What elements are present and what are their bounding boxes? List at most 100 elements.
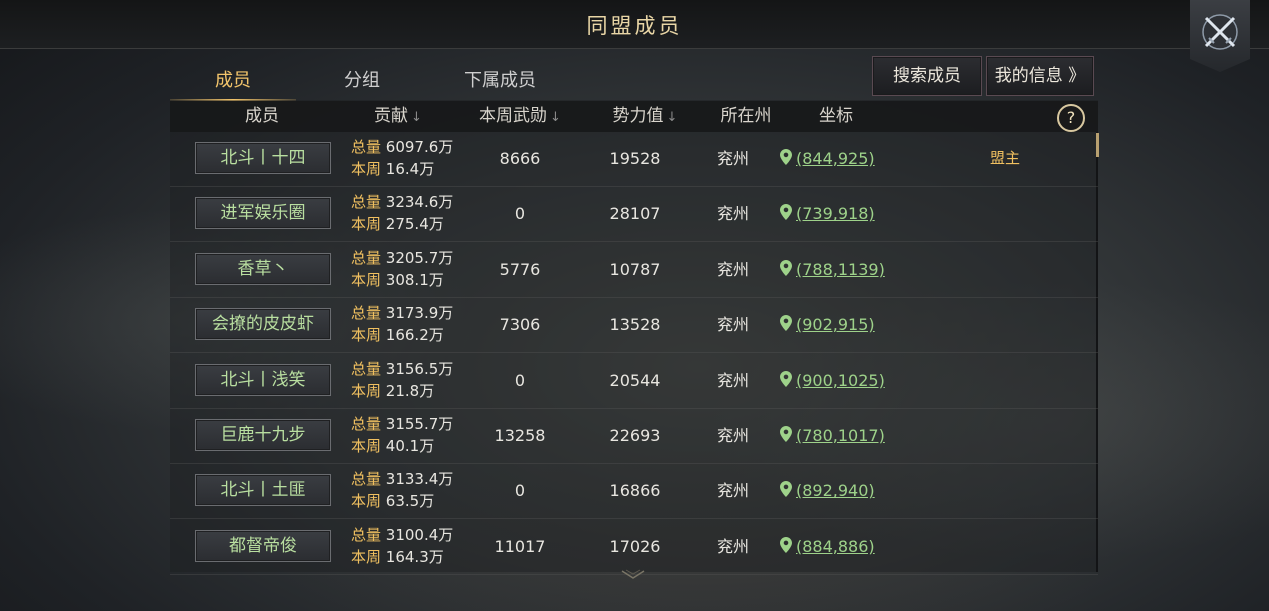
header-power[interactable]: 势力值 ↓ (590, 101, 700, 132)
coords-text: (739,918) (796, 204, 875, 224)
coords-text: (900,1025) (796, 370, 885, 390)
total-label: 总量 (351, 359, 382, 378)
member-name-button[interactable]: 北斗丨十四 (195, 142, 331, 174)
power-cell: 28107 (609, 204, 661, 224)
week-label: 本周 (351, 160, 382, 178)
total-contribution: 3133.4万 (385, 470, 454, 489)
coords-text: (788,1139) (796, 259, 885, 279)
state-cell: 兖州 (716, 149, 749, 168)
contribution-cell: 总量 3234.6万 本周 275.4万 (351, 191, 453, 235)
member-name-button[interactable]: 进军娱乐圈 (195, 197, 331, 230)
member-row[interactable]: 北斗丨土匪 总量 3133.4万 本周 63.5万 0 16866 兖州 (89… (170, 463, 1098, 520)
coords-text: (884,886) (796, 536, 875, 556)
power-cell: 22693 (609, 426, 661, 445)
total-label: 总量 (351, 470, 382, 489)
location-pin-icon (780, 354, 792, 409)
member-name-button[interactable]: 北斗丨土匪 (195, 474, 331, 507)
coords-link[interactable]: (780,1017) (780, 408, 885, 463)
weekly-merit-cell: 8666 (499, 149, 541, 168)
coords-link[interactable]: (900,1025) (780, 353, 885, 408)
total-label: 总量 (351, 138, 382, 156)
weekly-merit-cell: 5776 (499, 259, 541, 279)
location-pin-icon (780, 409, 792, 464)
close-button[interactable] (1190, 0, 1250, 72)
coords-text: (844,925) (796, 149, 875, 168)
location-pin-icon (780, 464, 792, 519)
member-name-button[interactable]: 会撩的皮皮虾 (195, 308, 331, 341)
header-weekly-merit[interactable]: 本周武勋 ↓ (470, 101, 570, 132)
total-contribution: 3155.7万 (385, 415, 454, 433)
state-cell: 兖州 (716, 259, 749, 279)
week-contribution: 166.2万 (385, 326, 444, 345)
total-contribution: 6097.6万 (385, 138, 454, 156)
header-contribution[interactable]: 贡献 ↓ (350, 101, 446, 132)
sort-arrow-icon: ↓ (666, 110, 678, 125)
header-state: 所在州 (720, 106, 772, 126)
week-label: 本周 (351, 381, 382, 400)
header-coords: 坐标 (819, 106, 853, 126)
coords-text: (902,915) (796, 315, 875, 335)
my-info-button[interactable]: 我的信息 》 (986, 56, 1094, 96)
power-cell: 13528 (609, 315, 661, 335)
week-contribution: 40.1万 (385, 437, 435, 455)
weekly-merit-cell: 0 (514, 204, 526, 224)
total-contribution: 3205.7万 (385, 248, 454, 267)
help-icon[interactable]: ? (1057, 104, 1085, 132)
total-contribution: 3173.9万 (385, 304, 454, 323)
total-label: 总量 (351, 525, 382, 544)
week-label: 本周 (351, 270, 382, 289)
member-row[interactable]: 北斗丨浅笑 总量 3156.5万 本周 21.8万 0 20544 兖州 (90… (170, 353, 1098, 409)
power-cell: 10787 (609, 259, 661, 279)
coords-link[interactable]: (739,918) (780, 186, 875, 241)
member-row[interactable]: 巨鹿十九步 总量 3155.7万 本周 40.1万 13258 22693 兖州… (170, 408, 1098, 464)
week-label: 本周 (351, 215, 382, 234)
tab-subordinates[interactable]: 下属成员 (440, 62, 560, 100)
power-cell: 16866 (609, 481, 661, 501)
location-pin-icon (780, 187, 792, 242)
power-cell: 19528 (609, 149, 661, 168)
state-cell: 兖州 (716, 426, 749, 445)
page-title: 同盟成员 (586, 14, 683, 38)
member-row[interactable]: 进军娱乐圈 总量 3234.6万 本周 275.4万 0 28107 兖州 (7… (170, 186, 1098, 243)
total-contribution: 3100.4万 (385, 525, 454, 544)
weekly-merit-cell: 0 (514, 481, 526, 501)
tab-members[interactable]: 成员 (170, 62, 296, 100)
contribution-cell: 总量 3155.7万 本周 40.1万 (351, 413, 453, 457)
contribution-cell: 总量 3156.5万 本周 21.8万 (351, 358, 453, 402)
coords-link[interactable]: (788,1139) (780, 242, 885, 297)
week-label: 本周 (351, 437, 382, 455)
tab-groups[interactable]: 分组 (316, 62, 408, 100)
total-contribution: 3234.6万 (385, 193, 454, 212)
coords-link[interactable]: (844,925) (780, 131, 875, 186)
coords-link[interactable]: (902,915) (780, 297, 875, 352)
search-members-button[interactable]: 搜索成员 (872, 56, 982, 96)
header-member: 成员 (245, 106, 279, 126)
member-name-button[interactable]: 都督帝俊 (195, 529, 331, 562)
power-cell: 20544 (609, 370, 661, 390)
total-label: 总量 (351, 304, 382, 323)
state-cell: 兖州 (716, 536, 749, 556)
top-bar: 同盟成员 (0, 0, 1269, 49)
coords-link[interactable]: (884,886) (780, 519, 875, 574)
member-name-button[interactable]: 香草丶 (195, 252, 331, 285)
coords-text: (780,1017) (796, 426, 885, 445)
week-contribution: 21.8万 (385, 381, 435, 400)
scroll-more-chevron-icon (620, 566, 646, 579)
state-cell: 兖州 (716, 315, 749, 335)
week-contribution: 63.5万 (385, 492, 435, 511)
week-label: 本周 (351, 547, 382, 566)
member-row[interactable]: 北斗丨十四 总量 6097.6万 本周 16.4万 8666 19528 兖州 … (170, 131, 1098, 187)
location-pin-icon (780, 520, 792, 575)
coords-link[interactable]: (892,940) (780, 463, 875, 518)
member-row[interactable]: 会撩的皮皮虾 总量 3173.9万 本周 166.2万 7306 13528 兖… (170, 297, 1098, 354)
weekly-merit-cell: 11017 (494, 536, 546, 556)
sort-arrow-icon: ↓ (411, 110, 422, 125)
contribution-cell: 总量 3173.9万 本周 166.2万 (351, 302, 453, 346)
crossed-swords-icon (1200, 0, 1240, 56)
week-contribution: 308.1万 (385, 270, 444, 289)
weekly-merit-cell: 7306 (499, 315, 541, 335)
member-name-button[interactable]: 巨鹿十九步 (195, 419, 331, 451)
member-row[interactable]: 香草丶 总量 3205.7万 本周 308.1万 5776 10787 兖州 (… (170, 242, 1098, 298)
member-name-button[interactable]: 北斗丨浅笑 (195, 363, 331, 396)
state-cell: 兖州 (716, 204, 749, 224)
